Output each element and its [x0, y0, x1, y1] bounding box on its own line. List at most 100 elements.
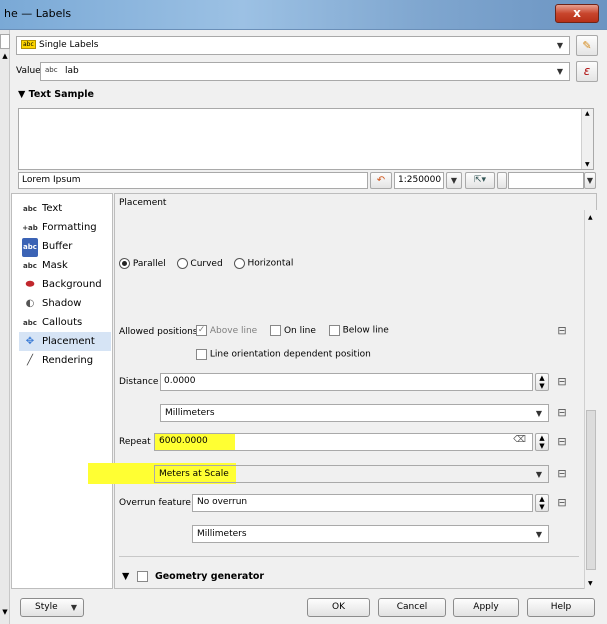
label-mode-value: Single Labels [39, 40, 99, 50]
chevron-down-icon: ▼ [535, 530, 542, 539]
data-defined-override-icon[interactable]: ⊟ [554, 374, 570, 390]
sidebar-item-buffer[interactable]: abc Buffer [22, 237, 73, 257]
scale-dropdown-button[interactable]: ▼ [446, 172, 462, 189]
clear-icon[interactable]: ⌫ [513, 435, 526, 445]
placement-icon: ✥ [25, 336, 35, 347]
epsilon-icon: ε [583, 64, 591, 78]
on-line-checkbox[interactable] [270, 325, 282, 336]
placement-mode-group: Parallel Curved Horizontal [119, 258, 293, 269]
scroll-up-icon[interactable]: ▲ [0, 52, 10, 62]
data-defined-override-icon[interactable]: ⊟ [554, 405, 570, 421]
radio-horizontal[interactable] [233, 258, 245, 269]
radio-curved[interactable] [176, 258, 188, 269]
apply-button[interactable]: Apply [453, 598, 519, 617]
sidebar-item-label: Buffer [42, 241, 73, 252]
background-color-button[interactable] [508, 172, 584, 189]
shadow-icon: ◐ [25, 298, 35, 309]
style-menu-button[interactable]: Style ▼ [20, 598, 84, 617]
line-orientation-checkbox[interactable] [196, 349, 207, 360]
panel-scrollbar[interactable]: ▲ ▼ [584, 210, 597, 589]
map-scale-button[interactable]: ⇱▾ [465, 172, 495, 189]
placement-section-title: Placement [119, 198, 167, 208]
reset-preview-button[interactable]: ↶ [370, 172, 392, 189]
scale-input[interactable]: 1:250000 [394, 172, 444, 189]
chevron-down-icon: ▼ [586, 176, 594, 185]
data-defined-override-icon[interactable]: ⊟ [554, 466, 570, 482]
single-labels-icon: abc [21, 40, 36, 49]
distance-label: Distance [119, 377, 159, 387]
ok-button[interactable]: OK [307, 598, 370, 617]
overrun-label: Overrun feature [119, 498, 191, 508]
geometry-generator-checkbox[interactable] [136, 571, 148, 582]
sidebar-item-label: Text [42, 203, 63, 214]
distance-spinbox[interactable]: 0.0000 [160, 373, 533, 391]
radio-horizontal-label: Horizontal [247, 258, 294, 269]
sidebar-item-mask[interactable]: abc Mask [22, 256, 68, 275]
distance-spin-arrows[interactable]: ▲ ▼ [535, 373, 549, 391]
sidebar-item-text[interactable]: abc Text [22, 199, 62, 218]
preview-text-input[interactable]: Lorem Ipsum [18, 172, 368, 189]
data-defined-override-icon[interactable]: ⊟ [554, 495, 570, 511]
on-line-label: On line [283, 325, 316, 336]
data-defined-override-icon[interactable]: ⊟ [554, 434, 570, 450]
expression-button[interactable]: ε [576, 61, 598, 82]
below-line-checkbox[interactable] [328, 325, 340, 336]
chevron-down-icon: ▼ [535, 470, 542, 479]
above-line-checkbox[interactable]: ✓ [196, 325, 207, 336]
repeat-spinbox[interactable]: 6000.0000 ⌫ [154, 433, 533, 451]
overrun-spin-arrows[interactable]: ▲ ▼ [535, 494, 549, 512]
sidebar-item-shadow[interactable]: ◐ Shadow [22, 294, 82, 313]
allowed-positions-group: ✓ Above line On line Below line [196, 325, 389, 336]
chevron-down-icon: ▼ [535, 409, 542, 418]
undo-icon: ↶ [376, 175, 386, 186]
map-canvas-icon: ⇱▾ [473, 175, 487, 185]
scroll-down-icon[interactable]: ▼ [0, 608, 10, 618]
abc-icon: abc [45, 66, 58, 74]
sidebar-item-formatting[interactable]: +ab Formatting [22, 218, 97, 237]
repeat-spin-arrows[interactable]: ▲ ▼ [535, 433, 549, 451]
label-mode-select[interactable]: abc Single Labels ▼ [16, 36, 570, 55]
text-sample-header[interactable]: ▼ Text Sample [18, 89, 94, 100]
buffer-icon: abc [22, 238, 38, 257]
overrun-unit-select[interactable]: Millimeters ▼ [192, 525, 549, 543]
line-orientation-label: Line orientation dependent position [209, 349, 371, 360]
scrollbar-thumb[interactable] [586, 410, 596, 570]
paint-brush-icon: ✎ [582, 39, 592, 52]
label-mode-settings-button[interactable]: ✎ [576, 35, 598, 56]
sidebar-item-label: Formatting [42, 222, 97, 233]
chevron-down-icon: ▼ [556, 41, 563, 50]
collapse-triangle-icon: ▼ [122, 571, 130, 582]
color-dropdown-button[interactable] [497, 172, 507, 189]
callouts-icon: abc [23, 319, 37, 327]
color-chevron-button[interactable]: ▼ [584, 172, 596, 189]
sidebar-item-label: Shadow [42, 298, 82, 309]
data-defined-override-icon[interactable]: ⊟ [554, 323, 570, 339]
scroll-up-icon: ▲ [588, 214, 593, 221]
radio-parallel[interactable] [119, 258, 130, 269]
value-field-combo[interactable]: abc lab ▼ [40, 62, 570, 81]
help-button[interactable]: Help [527, 598, 595, 617]
section-divider [119, 556, 579, 557]
scroll-down-icon: ▼ [585, 161, 590, 168]
distance-unit-select[interactable]: Millimeters ▼ [160, 404, 549, 422]
sidebar-item-label: Placement [42, 336, 95, 347]
close-button[interactable]: x [555, 4, 599, 23]
repeat-unit-select[interactable]: Meters at Scale ▼ [154, 465, 549, 483]
geometry-generator-header[interactable]: ▼ Geometry generator [122, 571, 264, 582]
rendering-icon: ╱ [26, 355, 34, 366]
text-sample-preview: ▲ ▼ [18, 108, 594, 170]
sidebar-item-background[interactable]: ⬬ Background [22, 275, 102, 294]
sidebar-item-label: Rendering [42, 355, 94, 366]
preview-scrollbar[interactable]: ▲ ▼ [581, 109, 593, 169]
overrun-spinbox[interactable]: No overrun [192, 494, 533, 512]
sidebar-item-placement[interactable]: ✥ Placement [19, 332, 111, 351]
radio-curved-label: Curved [190, 258, 223, 269]
collapse-triangle-icon: ▼ [18, 89, 26, 100]
sidebar-item-callouts[interactable]: abc Callouts [22, 313, 82, 332]
line-orientation-row: Line orientation dependent position [196, 349, 371, 360]
window-title: he — Labels [4, 7, 72, 20]
below-line-label: Below line [342, 325, 389, 336]
left-stub-field [0, 34, 10, 49]
sidebar-item-rendering[interactable]: ╱ Rendering [22, 351, 93, 370]
cancel-button[interactable]: Cancel [378, 598, 446, 617]
